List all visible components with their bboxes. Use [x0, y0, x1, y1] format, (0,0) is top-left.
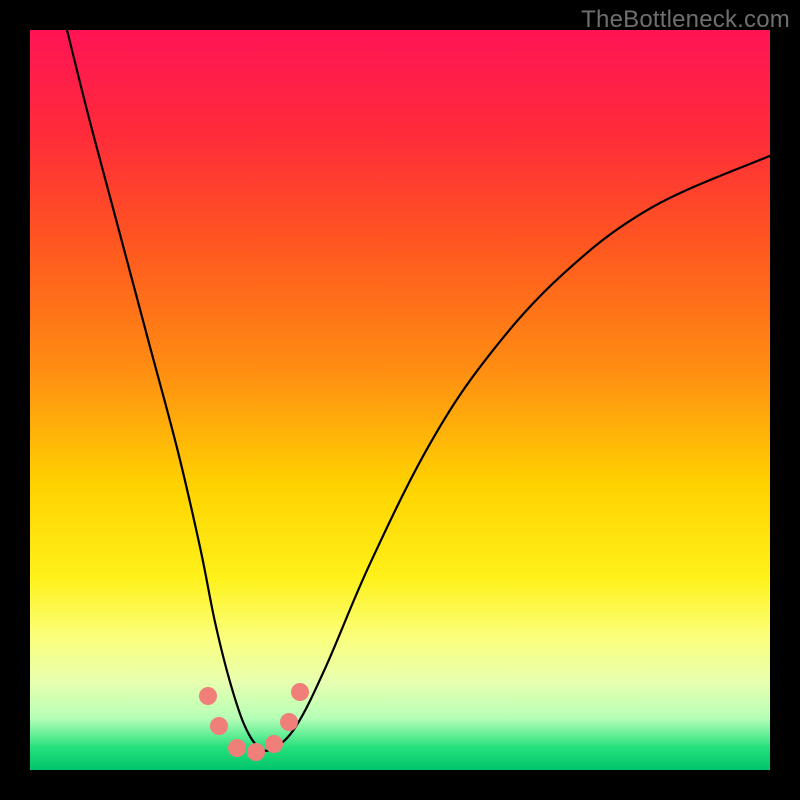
curve-marker — [247, 743, 265, 761]
curve-marker — [265, 735, 283, 753]
bottleneck-curve — [30, 30, 770, 770]
curve-marker — [280, 713, 298, 731]
chart-frame: TheBottleneck.com — [0, 0, 800, 800]
curve-marker — [291, 683, 309, 701]
curve-marker — [210, 717, 228, 735]
plot-area — [30, 30, 770, 770]
watermark-text: TheBottleneck.com — [581, 6, 790, 34]
curve-marker — [199, 687, 217, 705]
curve-marker — [228, 739, 246, 757]
